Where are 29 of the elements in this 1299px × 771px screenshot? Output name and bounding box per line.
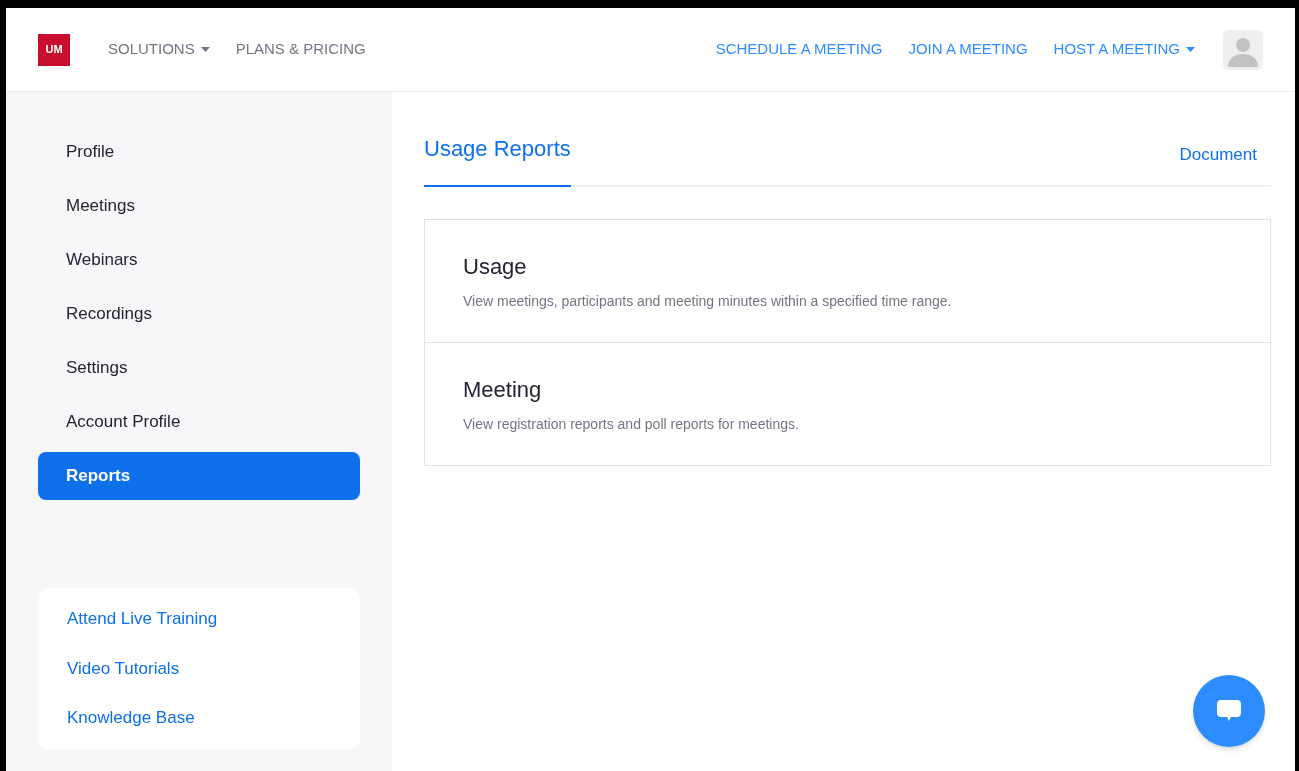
help-link[interactable]: Attend Live Training [67, 606, 331, 632]
sidebar-item[interactable]: Webinars [38, 236, 360, 284]
help-link[interactable]: Knowledge Base [67, 705, 331, 731]
report-card[interactable]: Usage View meetings, participants and meeting minutes within a specified time range. [425, 220, 1270, 342]
nav-link[interactable]: JOIN A MEETING [908, 38, 1028, 61]
nav-link[interactable]: SCHEDULE A MEETING [715, 38, 883, 61]
tab[interactable]: Usage Reports [424, 132, 571, 187]
chat-icon [1217, 700, 1241, 722]
sidebar-item[interactable]: Meetings [38, 182, 360, 230]
report-title: Meeting [463, 376, 543, 404]
nav-link[interactable]: SOLUTIONS [108, 38, 210, 61]
chat-button[interactable] [1193, 675, 1265, 747]
help-link[interactable]: Video Tutorials [67, 655, 331, 681]
sidebar-item[interactable]: Profile [38, 128, 360, 176]
avatar[interactable] [1223, 29, 1263, 70]
logo[interactable]: UM [38, 33, 70, 66]
report-description: View registration reports and poll reports for meetings. [463, 415, 800, 434]
nav-link[interactable]: PLANS & PRICING [235, 38, 366, 61]
caret-icon [1186, 47, 1195, 52]
sidebar-item[interactable]: Recordings [38, 290, 360, 338]
document-link[interactable]: Document [1179, 141, 1271, 185]
report-description: View meetings, participants and meeting minutes within a specified time range. [463, 292, 953, 311]
sidebar-item[interactable]: Settings [38, 344, 360, 392]
report-card[interactable]: Meeting View registration reports and poll reports for meetings. [425, 342, 1270, 465]
nav-link[interactable]: HOST A MEETING [1053, 38, 1195, 61]
sidebar-item[interactable]: Account Profile [38, 398, 360, 446]
caret-icon [200, 47, 210, 52]
report-title: Usage [463, 253, 528, 281]
sidebar-item[interactable]: Reports [38, 452, 360, 500]
